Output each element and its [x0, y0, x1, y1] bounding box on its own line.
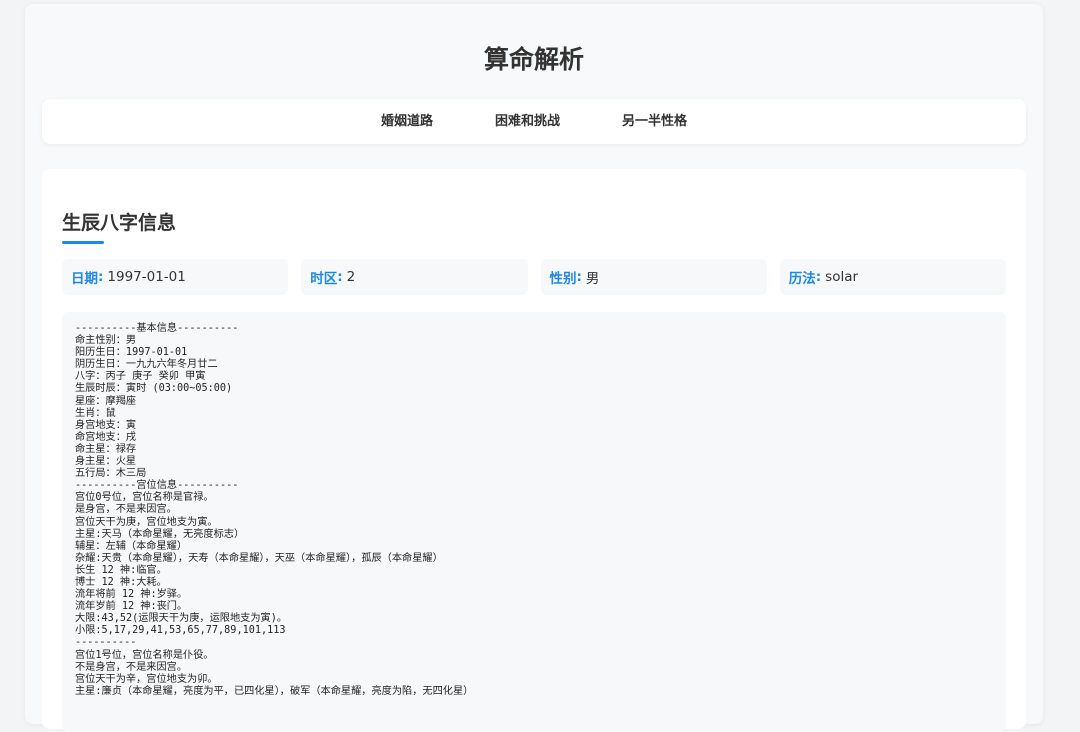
result-line: 星座：摩羯座	[75, 395, 137, 407]
result-line: 生辰时辰：寅时 (03:00~05:00)	[75, 383, 233, 395]
info-hour-label: 时区	[310, 271, 338, 287]
nav-item-partner-personality[interactable]: 另一半性格	[622, 99, 687, 144]
result-line: 阴历生日：一九九六年冬月廿二	[75, 359, 218, 371]
result-line: 主星:廉贞（本命星耀，亮度为平，已四化星），破军（本命星耀，亮度为陷，无四化星）	[75, 685, 474, 697]
result-line: ----------宫位信息----------	[75, 480, 239, 492]
info-date-value: 1997-01-01	[107, 269, 186, 285]
nav-item-marriage-road[interactable]: 婚姻道路	[381, 99, 433, 144]
info-hour-colon: :	[337, 269, 343, 285]
result-line: 生肖：鼠	[75, 407, 116, 419]
result-line: 八字：丙子 庚子 癸卯 甲寅	[75, 371, 206, 383]
result-line: 杂耀:天贵（本命星耀），天寿（本命星耀），天巫（本命星耀），孤辰（本命星耀）	[75, 552, 443, 564]
info-gender-label: 性别	[549, 271, 577, 287]
result-line: 宫位天干为辛，宫位地支为卯。	[75, 673, 218, 685]
result-line: 身主星：火星	[75, 456, 137, 468]
result-line: 流年将前 12 神:岁驿。	[75, 589, 188, 601]
result-line: 小限:5,17,29,41,53,65,77,89,101,113	[75, 625, 286, 637]
info-gender-value: 男	[585, 271, 600, 287]
result-line: ----------	[75, 637, 137, 649]
result-line: 宫位天干为庚，宫位地支为寅。	[75, 516, 218, 528]
result-line: 流年岁前 12 神:丧门。	[75, 601, 188, 613]
result-line: 宫位0号位，宫位名称是官禄。	[75, 492, 214, 504]
result-line: 博士 12 神:大耗。	[75, 576, 167, 588]
content-card: 生辰八字信息 日期:1997-01-01 时区:2 性别: 男 历法: solar …	[42, 169, 1026, 732]
page-title: 算命解析	[483, 45, 584, 74]
result-line: 命宫地支：戌	[75, 431, 137, 443]
section-title: 生辰八字信息	[62, 212, 177, 234]
info-grid: 日期:1997-01-01 时区:2 性别: 男 历法: solar	[62, 259, 1006, 295]
info-hour-value: 2	[346, 269, 356, 285]
info-calendar-colon: :	[815, 269, 822, 285]
nav-bar: 婚姻道路 困难和挑战 另一半性格	[42, 99, 1026, 144]
result-line: 是身宫，不是来因宫。	[75, 504, 177, 516]
info-hour: 时区:2	[301, 259, 528, 295]
result-line: 五行局：木三局	[75, 468, 147, 480]
result-line: 长生 12 神:临官。	[75, 564, 167, 576]
result-line: 大限:43,52(运限天干为庚，运限地支为寅)。	[75, 613, 288, 625]
result-line: 宫位1号位，宫位名称是仆役。	[75, 649, 214, 661]
result-text: ----------基本信息---------- 命主性别：男 阳历生日：199…	[62, 312, 1006, 698]
info-date-label: 日期	[71, 271, 98, 287]
info-gender-colon: :	[576, 269, 582, 285]
info-calendar-value: solar	[825, 269, 859, 285]
main-container: 算命解析 婚姻道路 困难和挑战 另一半性格 生辰八字信息 日期:1997-01-…	[25, 4, 1043, 732]
result-line: 主星:天马（本命星耀，无亮度标志）	[75, 528, 245, 540]
result-panel[interactable]: ----------基本信息---------- 命主性别：男 阳历生日：199…	[62, 312, 1006, 732]
result-line: 不是身宫，不是来因宫。	[75, 661, 188, 673]
info-date: 日期:1997-01-01	[62, 259, 289, 295]
result-line: ----------基本信息----------	[75, 323, 239, 334]
info-date-colon: :	[98, 269, 104, 285]
result-line: 命主星：禄存	[75, 443, 137, 455]
result-line: 辅星：左辅（本命星耀）	[75, 540, 188, 552]
info-calendar: 历法: solar	[779, 259, 1006, 295]
info-calendar-label: 历法	[788, 271, 816, 287]
nav-item-difficulties-challenges[interactable]: 困难和挑战	[495, 99, 560, 144]
section-title-underline	[62, 241, 104, 244]
result-line: 命主性别：男	[75, 335, 137, 347]
info-gender: 性别: 男	[540, 259, 767, 295]
result-line: 阳历生日：1997-01-01	[75, 347, 188, 359]
result-line: 身宫地支：寅	[75, 419, 137, 431]
